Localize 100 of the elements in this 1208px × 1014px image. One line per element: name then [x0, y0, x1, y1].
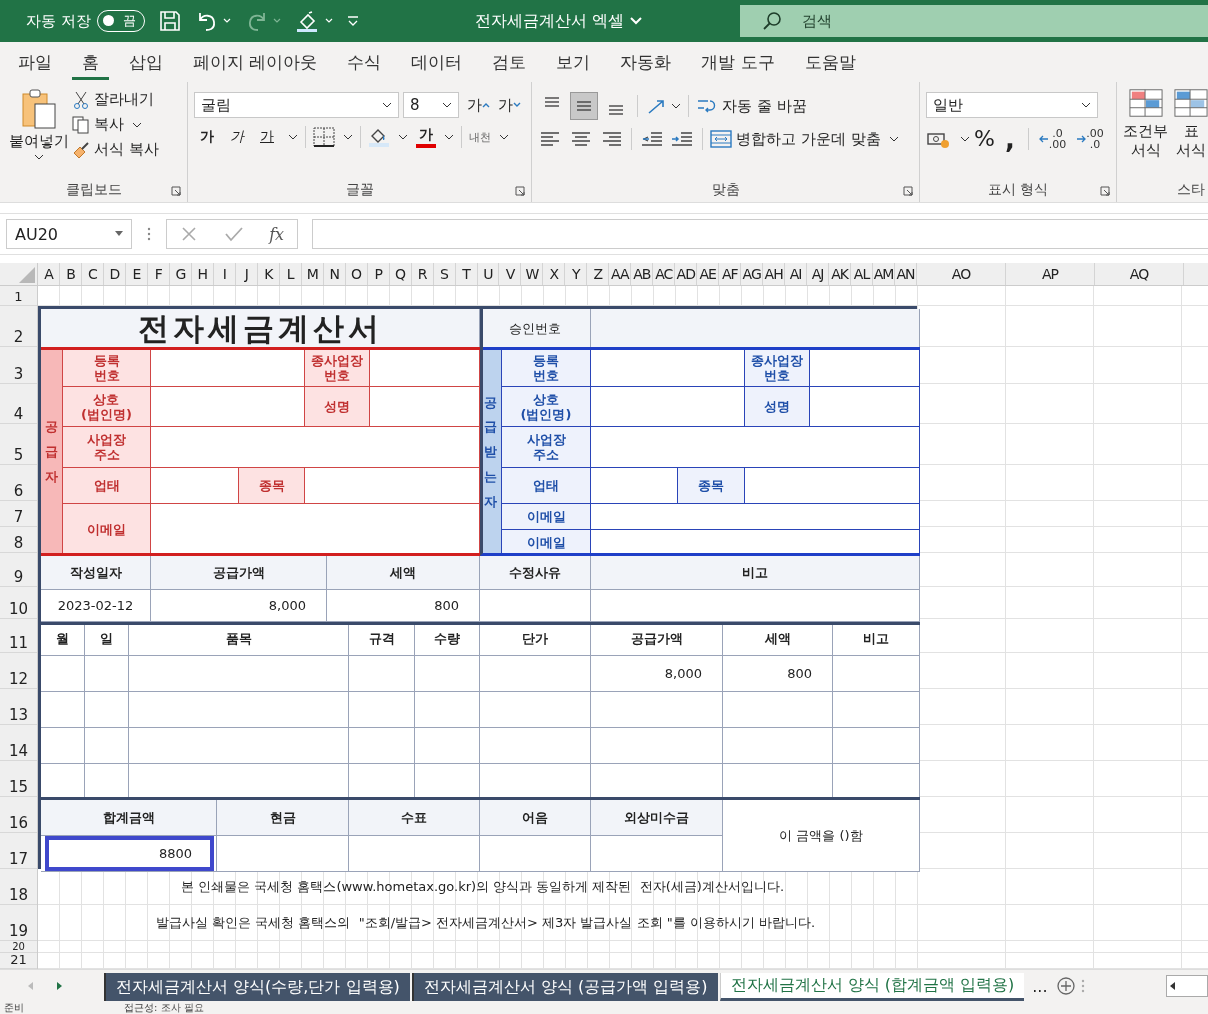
menu-tab[interactable]: 데이터: [401, 44, 473, 80]
row-header[interactable]: 5: [13, 448, 24, 463]
caret-icon[interactable]: [888, 135, 899, 143]
dialog-launcher-icon[interactable]: [1100, 186, 1110, 196]
menu-tab[interactable]: 개발 도구: [691, 44, 785, 80]
column-header[interactable]: AP: [1006, 263, 1095, 285]
font-name-dropdown[interactable]: 굴림: [194, 92, 399, 118]
menu-tab[interactable]: 수식: [337, 44, 392, 80]
column-header[interactable]: AQ: [1095, 263, 1184, 285]
dialog-launcher-icon[interactable]: [515, 186, 525, 196]
menu-tab[interactable]: 파일: [8, 44, 62, 80]
check-icon[interactable]: [223, 225, 244, 243]
column-header[interactable]: Y: [565, 263, 588, 285]
caret-icon[interactable]: [343, 133, 353, 141]
menu-tab[interactable]: 삽입: [119, 44, 173, 80]
accessibility-status[interactable]: 접근성: 조사 필요: [124, 1002, 204, 1014]
row-header[interactable]: 1: [14, 289, 23, 304]
caret-icon[interactable]: [444, 133, 454, 141]
name-box[interactable]: AU20: [6, 219, 132, 249]
row-header[interactable]: 10: [8, 602, 29, 617]
row-header[interactable]: 8: [13, 536, 24, 551]
paste-button[interactable]: 붙여넣기: [6, 88, 72, 178]
row-header[interactable]: 15: [8, 780, 29, 795]
row-header[interactable]: 14: [8, 744, 29, 759]
dialog-launcher-icon[interactable]: [171, 186, 181, 196]
column-header[interactable]: U: [477, 263, 500, 285]
row-header[interactable]: 19: [8, 924, 29, 939]
column-header[interactable]: AB: [631, 263, 654, 285]
column-header[interactable]: N: [323, 263, 346, 285]
row-header[interactable]: 20: [12, 941, 25, 952]
column-header[interactable]: AD: [675, 263, 698, 285]
cut-button[interactable]: 잘라내기: [72, 90, 159, 109]
document-title[interactable]: 전자세금계산서 엑셀: [474, 10, 624, 32]
column-header[interactable]: AC: [653, 263, 676, 285]
sheet-tab[interactable]: 전자세금계산서 양식(수량,단가 입력용): [104, 973, 410, 1001]
column-header[interactable]: X: [543, 263, 566, 285]
horizontal-scrollbar[interactable]: [1166, 975, 1208, 997]
save-icon[interactable]: [158, 10, 181, 32]
menu-tab[interactable]: 도움말: [794, 44, 866, 80]
sheet-tab[interactable]: 전자세금계산서 양식 (합계금액 입력용): [719, 973, 1025, 1001]
next-sheet-icon[interactable]: [56, 981, 64, 991]
column-header[interactable]: S: [433, 263, 456, 285]
column-header[interactable]: F: [147, 263, 170, 285]
caret-icon[interactable]: [499, 133, 509, 141]
column-header[interactable]: R: [411, 263, 434, 285]
add-sheet-icon[interactable]: [1055, 976, 1076, 996]
format-painter-button[interactable]: 서식 복사: [72, 140, 159, 159]
font-size-dropdown[interactable]: 8: [403, 92, 459, 118]
bold-button[interactable]: 가: [194, 128, 220, 146]
customize-icon[interactable]: [346, 15, 359, 27]
row-header[interactable]: 6: [13, 484, 24, 499]
row-header[interactable]: 11: [8, 636, 29, 651]
more-sheets[interactable]: ...: [1032, 976, 1048, 996]
italic-button[interactable]: 가: [224, 128, 250, 146]
column-header[interactable]: B: [59, 263, 82, 285]
column-header[interactable]: AO: [917, 263, 1006, 285]
column-header[interactable]: Z: [587, 263, 610, 285]
caret-icon[interactable]: [671, 102, 681, 110]
column-header[interactable]: AF: [719, 263, 742, 285]
column-header[interactable]: AN: [895, 263, 917, 285]
conditional-format-button[interactable]: 조건부 서식: [1123, 88, 1168, 178]
column-header[interactable]: E: [125, 263, 148, 285]
dialog-launcher-icon[interactable]: [903, 186, 913, 196]
column-header[interactable]: AI: [785, 263, 808, 285]
row-header[interactable]: 3: [13, 367, 24, 382]
number-format-dropdown[interactable]: 일반: [926, 92, 1098, 118]
row-header[interactable]: 9: [13, 570, 24, 585]
column-header[interactable]: A: [38, 263, 60, 285]
column-header[interactable]: T: [455, 263, 478, 285]
increase-decimal-button[interactable]: .0 .00: [1035, 127, 1070, 150]
copy-button[interactable]: 복사: [72, 115, 124, 134]
column-header[interactable]: AJ: [807, 263, 830, 285]
font-color-button[interactable]: 가: [416, 126, 436, 148]
row-header[interactable]: 12: [8, 672, 29, 687]
column-header[interactable]: O: [345, 263, 368, 285]
column-header[interactable]: K: [257, 263, 280, 285]
row-header[interactable]: 17: [8, 852, 29, 867]
sheet-tab[interactable]: 전자세금계산서 양식 (공급가액 입력용): [411, 973, 718, 1001]
paint-bucket-icon[interactable]: [294, 10, 319, 32]
column-header[interactable]: Q: [389, 263, 412, 285]
column-header[interactable]: I: [213, 263, 236, 285]
menu-tab[interactable]: 보기: [546, 44, 601, 80]
merge-center-button[interactable]: 병합하고 가운데 맞춤: [710, 129, 881, 149]
column-header[interactable]: C: [81, 263, 104, 285]
table-format-button[interactable]: 표 서식: [1174, 88, 1208, 178]
caret-icon[interactable]: [960, 134, 970, 143]
percent-button[interactable]: %: [974, 126, 995, 151]
row-header[interactable]: 13: [8, 708, 29, 723]
column-header[interactable]: G: [169, 263, 192, 285]
column-header[interactable]: J: [235, 263, 258, 285]
column-header[interactable]: AH: [763, 263, 786, 285]
column-header[interactable]: AG: [741, 263, 764, 285]
column-header[interactable]: AK: [829, 263, 852, 285]
column-header[interactable]: M: [301, 263, 324, 285]
caret-icon[interactable]: [398, 133, 408, 141]
caret-icon[interactable]: [132, 120, 142, 129]
caret-icon[interactable]: [288, 133, 298, 141]
row-header[interactable]: 16: [8, 816, 29, 831]
menu-tab[interactable]: 자동화: [610, 44, 682, 80]
align-middle-button[interactable]: [570, 92, 598, 120]
